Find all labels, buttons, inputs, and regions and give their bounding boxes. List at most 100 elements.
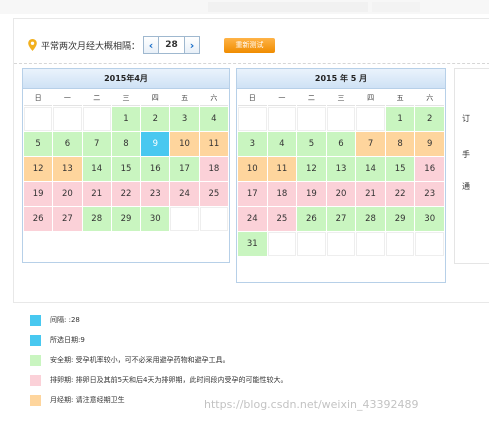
day-cell[interactable]: 12 [24, 157, 53, 181]
weekday-header: 四 [141, 90, 170, 106]
empty-day-cell [356, 232, 385, 256]
day-cell[interactable]: 26 [297, 207, 326, 231]
empty-day-cell [385, 232, 415, 256]
day-cell[interactable]: 13 [53, 157, 82, 181]
day-cell[interactable]: 14 [82, 157, 111, 181]
day-cell[interactable]: 19 [297, 182, 326, 206]
day-cell[interactable]: 1 [385, 107, 415, 131]
day-cell[interactable]: 23 [141, 182, 170, 206]
weekday-header: 二 [82, 90, 111, 106]
day-cell[interactable]: 4 [267, 132, 297, 156]
day-cell[interactable]: 27 [53, 207, 82, 231]
day-cell[interactable]: 8 [111, 132, 141, 156]
weekday-header: 三 [326, 90, 356, 106]
day-cell[interactable]: 7 [356, 132, 385, 156]
day-cell[interactable]: 22 [385, 182, 415, 206]
day-cell[interactable]: 20 [326, 182, 356, 206]
recalculate-button[interactable]: 重新测试 [224, 37, 276, 53]
empty-day-cell [170, 207, 199, 231]
cycle-interval-value[interactable]: 28 [159, 40, 184, 50]
day-cell[interactable]: 24 [170, 182, 199, 206]
empty-day-cell [297, 107, 326, 131]
day-cell[interactable]: 28 [356, 207, 385, 231]
safe-period-swatch [30, 354, 41, 366]
calendar-title: 2015年4月 [23, 69, 229, 89]
day-cell[interactable]: 23 [415, 182, 444, 206]
weekday-header: 日 [24, 90, 53, 106]
side-info-text: 订 [462, 114, 470, 123]
legend-item-safe: 安全期: 受孕机率较小，可不必采用避孕药物和避孕工具。 [30, 354, 480, 366]
day-cell[interactable]: 17 [170, 157, 199, 181]
weekday-header: 日 [238, 90, 267, 106]
day-cell[interactable]: 30 [141, 207, 170, 231]
weekday-header: 六 [415, 90, 444, 106]
dashed-divider [14, 63, 489, 64]
weekday-header: 二 [297, 90, 326, 106]
day-cell[interactable]: 4 [199, 107, 228, 131]
side-info-panel: 订 手 通 [454, 68, 489, 264]
empty-day-cell [267, 232, 297, 256]
day-cell[interactable]: 18 [199, 157, 228, 181]
day-cell[interactable]: 3 [170, 107, 199, 131]
day-cell[interactable]: 8 [385, 132, 415, 156]
day-cell[interactable]: 20 [53, 182, 82, 206]
day-cell[interactable]: 5 [24, 132, 53, 156]
day-cell[interactable]: 15 [111, 157, 141, 181]
location-pin-icon [28, 39, 37, 51]
day-cell[interactable]: 10 [170, 132, 199, 156]
empty-day-cell [326, 107, 356, 131]
day-cell[interactable]: 17 [238, 182, 267, 206]
day-cell[interactable]: 18 [267, 182, 297, 206]
day-cell[interactable]: 13 [326, 157, 356, 181]
day-cell[interactable]: 11 [199, 132, 228, 156]
empty-day-cell [415, 232, 444, 256]
day-cell[interactable]: 29 [385, 207, 415, 231]
empty-day-cell [267, 107, 297, 131]
day-cell[interactable]: 16 [415, 157, 444, 181]
day-cell[interactable]: 6 [53, 132, 82, 156]
day-cell[interactable]: 1 [111, 107, 141, 131]
day-cell[interactable]: 11 [267, 157, 297, 181]
cycle-interval-stepper[interactable]: ‹ 28 › [143, 36, 201, 54]
weekday-header: 四 [356, 90, 385, 106]
day-cell[interactable]: 21 [356, 182, 385, 206]
day-cell[interactable]: 7 [82, 132, 111, 156]
day-cell[interactable]: 5 [297, 132, 326, 156]
day-cell[interactable]: 6 [326, 132, 356, 156]
day-cell[interactable]: 14 [356, 157, 385, 181]
top-strip [0, 0, 489, 14]
day-cell[interactable]: 3 [238, 132, 267, 156]
day-cell[interactable]: 25 [267, 207, 297, 231]
day-cell[interactable]: 16 [141, 157, 170, 181]
day-cell[interactable]: 28 [82, 207, 111, 231]
day-cell[interactable]: 29 [111, 207, 141, 231]
day-cell[interactable]: 10 [238, 157, 267, 181]
day-cell[interactable]: 19 [24, 182, 53, 206]
day-cell[interactable]: 25 [199, 182, 228, 206]
empty-day-cell [297, 232, 326, 256]
day-cell[interactable]: 12 [297, 157, 326, 181]
weekday-header: 三 [111, 90, 141, 106]
calendar-grid: 日一二三四五六 1 2 3 4 5 6 7 8 9 10 11 12 13 14 15 16 17 18 19 20 21… [237, 89, 445, 257]
legend-text: 月经期: 请注意经期卫生 [50, 396, 125, 404]
day-cell[interactable]: 21 [82, 182, 111, 206]
legend-text: 排卵期: 排卵日及其前5天和后4天为排卵期，此时间段内受孕的可能性较大。 [50, 376, 288, 384]
day-cell[interactable]: 31 [238, 232, 267, 256]
day-cell[interactable]: 9 [415, 132, 444, 156]
chevron-left-icon[interactable]: ‹ [144, 37, 160, 53]
day-cell[interactable]: 2 [141, 107, 170, 131]
day-cell[interactable]: 15 [385, 157, 415, 181]
chevron-right-icon[interactable]: › [184, 37, 200, 53]
day-cell[interactable]: 24 [238, 207, 267, 231]
day-cell[interactable]: 26 [24, 207, 53, 231]
day-cell[interactable]: 2 [415, 107, 444, 131]
day-cell[interactable]: 9 [141, 132, 170, 156]
calendar-april: 2015年4月 日一二三四五六 1 2 3 4 5 6 7 8 9 10 11 12 13 14 15 16 17… [22, 68, 230, 263]
legend-item-ovulation: 排卵期: 排卵日及其前5天和后4天为排卵期，此时间段内受孕的可能性较大。 [30, 374, 480, 386]
day-cell[interactable]: 22 [111, 182, 141, 206]
day-cell[interactable]: 27 [326, 207, 356, 231]
weekday-header: 六 [199, 90, 228, 106]
calendar-grid: 日一二三四五六 1 2 3 4 5 6 7 8 9 10 11 12 13 14 15 16 17 18 19 20 21… [23, 89, 229, 232]
day-cell[interactable]: 30 [415, 207, 444, 231]
side-info-text: 通 [462, 182, 470, 191]
